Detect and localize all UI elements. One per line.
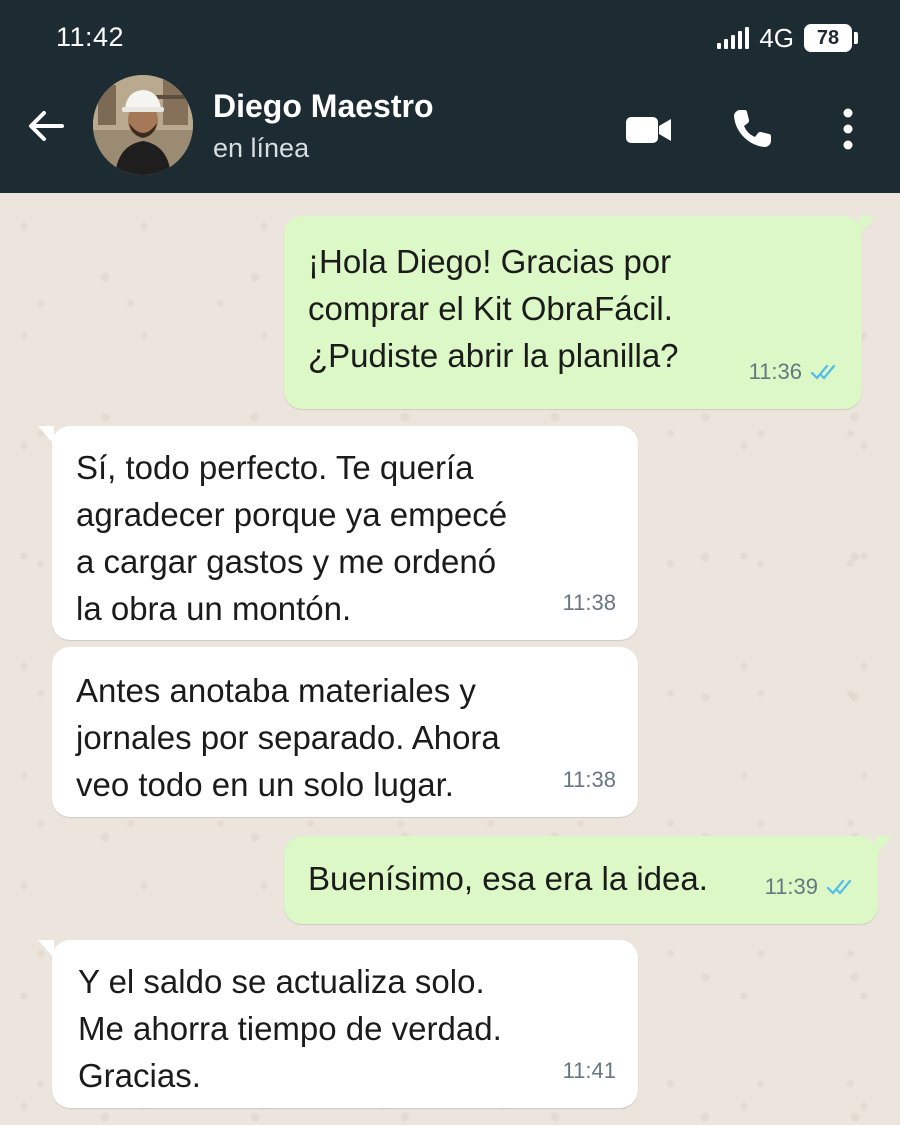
message-bubble-outgoing[interactable]: Buenísimo, esa era la idea. 11:39 bbox=[284, 836, 892, 924]
message-bubble-incoming[interactable]: Antes anotaba materiales y jornales por … bbox=[52, 647, 638, 817]
video-call-icon[interactable] bbox=[626, 115, 672, 145]
back-arrow-icon[interactable] bbox=[26, 106, 66, 146]
message-bubble-incoming[interactable]: Y el saldo se actualiza solo. Me ahorra … bbox=[38, 940, 638, 1108]
battery-icon: 78 bbox=[804, 24, 858, 52]
message-time: 11:39 bbox=[764, 874, 818, 899]
chat-area[interactable]: ¡Hola Diego! Gracias por comprar el Kit … bbox=[0, 193, 900, 1125]
message-meta: 11:38 bbox=[563, 579, 616, 626]
message-text: Sí, todo perfecto. Te quería agradecer p… bbox=[76, 449, 508, 627]
avatar[interactable] bbox=[93, 75, 193, 175]
message-time: 11:36 bbox=[748, 359, 802, 384]
message-time: 11:41 bbox=[562, 1058, 616, 1083]
message-meta: 11:39 bbox=[765, 863, 856, 910]
contact-status: en línea bbox=[213, 133, 310, 163]
message-meta: 11:41 bbox=[563, 1047, 616, 1094]
battery-level: 78 bbox=[804, 24, 852, 52]
chat-header: 11:42 4G 78 Diego Maestro en línea bbox=[0, 0, 900, 193]
message-bubble-incoming[interactable]: Sí, todo perfecto. Te quería agradecer p… bbox=[38, 426, 638, 640]
message-bubble-outgoing[interactable]: ¡Hola Diego! Gracias por comprar el Kit … bbox=[284, 216, 876, 409]
phone-icon[interactable] bbox=[730, 107, 774, 151]
signal-icon bbox=[717, 27, 750, 49]
message-meta: 11:36 bbox=[749, 348, 840, 395]
message-time: 11:38 bbox=[562, 767, 616, 792]
message-meta: 11:38 bbox=[563, 756, 616, 803]
more-options-icon[interactable] bbox=[840, 108, 856, 150]
message-text: Antes anotaba materiales y jornales por … bbox=[76, 672, 500, 803]
message-time: 11:38 bbox=[562, 590, 616, 615]
read-ticks-icon bbox=[810, 364, 836, 380]
contact-name[interactable]: Diego Maestro bbox=[213, 88, 433, 125]
message-text: Y el saldo se actualiza solo. Me ahorra … bbox=[78, 963, 502, 1094]
network-type: 4G bbox=[759, 22, 794, 53]
read-ticks-icon bbox=[826, 879, 852, 895]
status-bar-time: 11:42 bbox=[56, 22, 125, 52]
status-bar-indicators: 4G 78 bbox=[717, 22, 858, 54]
